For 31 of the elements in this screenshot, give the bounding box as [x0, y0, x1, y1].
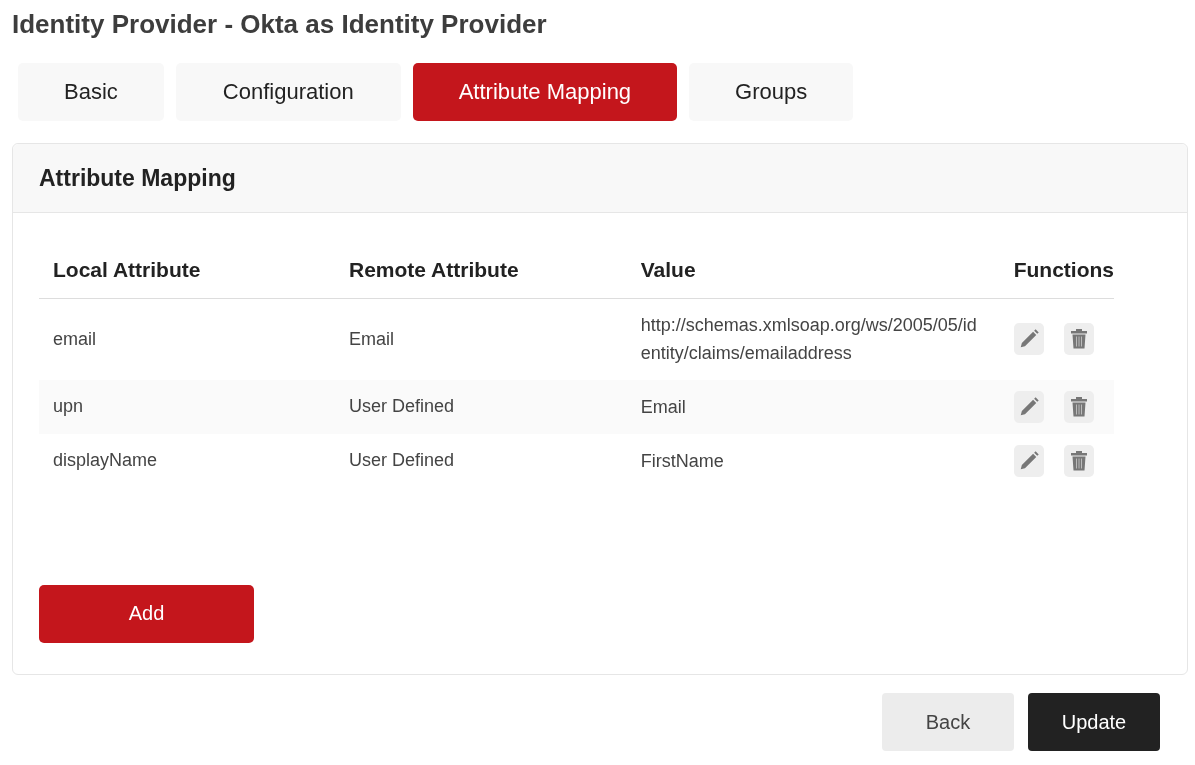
- tab[interactable]: Attribute Mapping: [412, 63, 678, 121]
- table-cell-text: FirstName: [640, 449, 725, 473]
- column-header: Local Attribute: [53, 257, 201, 281]
- page-title: Identity Provider - Okta as Identity Provider: [12, 8, 548, 40]
- delete-button[interactable]: [1063, 444, 1094, 477]
- edit-button[interactable]: [1013, 444, 1044, 477]
- table-cell: Email: [349, 328, 394, 349]
- table-cell: email: [53, 328, 96, 349]
- trash-icon: [1069, 449, 1088, 472]
- trash-icon: [1069, 328, 1088, 351]
- edit-button[interactable]: [1013, 323, 1044, 356]
- back-button[interactable]: Back: [882, 693, 1014, 751]
- table-cell: User Defined: [349, 396, 455, 416]
- table-cell: displayName: [53, 450, 158, 470]
- column-header: Remote Attribute: [349, 257, 519, 281]
- tab[interactable]: Basic: [18, 63, 164, 121]
- table-cell: User Defined: [349, 450, 455, 470]
- table-cell-text: http://schemas.xmlsoap.org/ws/2005/05/identity/claims/emailaddress: [640, 314, 978, 366]
- panel-title: Attribute Mapping: [39, 164, 236, 192]
- tab[interactable]: Groups: [689, 63, 854, 121]
- tab[interactable]: Configuration: [175, 63, 401, 121]
- table-cell-text: Email: [640, 395, 687, 419]
- table-cell: upn: [53, 396, 84, 416]
- add-button[interactable]: Add: [39, 584, 254, 643]
- trash-icon: [1069, 395, 1088, 418]
- edit-button[interactable]: [1013, 390, 1044, 423]
- update-button[interactable]: Update: [1028, 693, 1160, 751]
- column-header: Value: [640, 257, 696, 281]
- delete-button[interactable]: [1063, 323, 1094, 356]
- delete-button[interactable]: [1063, 390, 1094, 423]
- column-header: Functions: [1013, 257, 1114, 281]
